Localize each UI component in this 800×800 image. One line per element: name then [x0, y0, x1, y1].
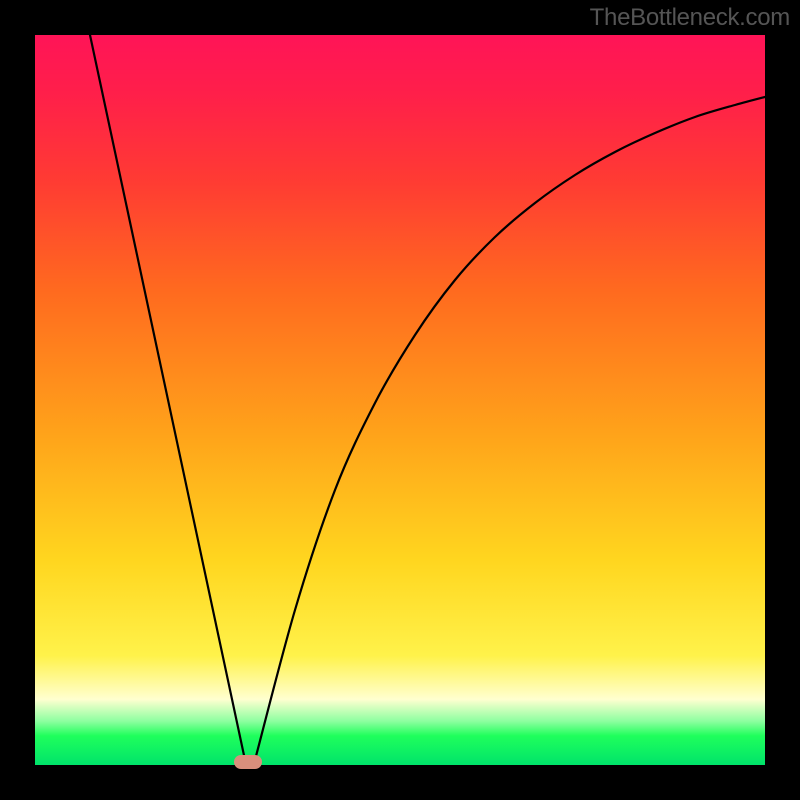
chart-container: TheBottleneck.com — [0, 0, 800, 800]
bottleneck-curve — [35, 35, 765, 765]
watermark-text: TheBottleneck.com — [590, 4, 790, 32]
curve-left-branch — [90, 35, 245, 760]
curve-right-branch — [255, 97, 765, 760]
cusp-marker — [234, 755, 262, 769]
plot-area — [35, 35, 765, 765]
